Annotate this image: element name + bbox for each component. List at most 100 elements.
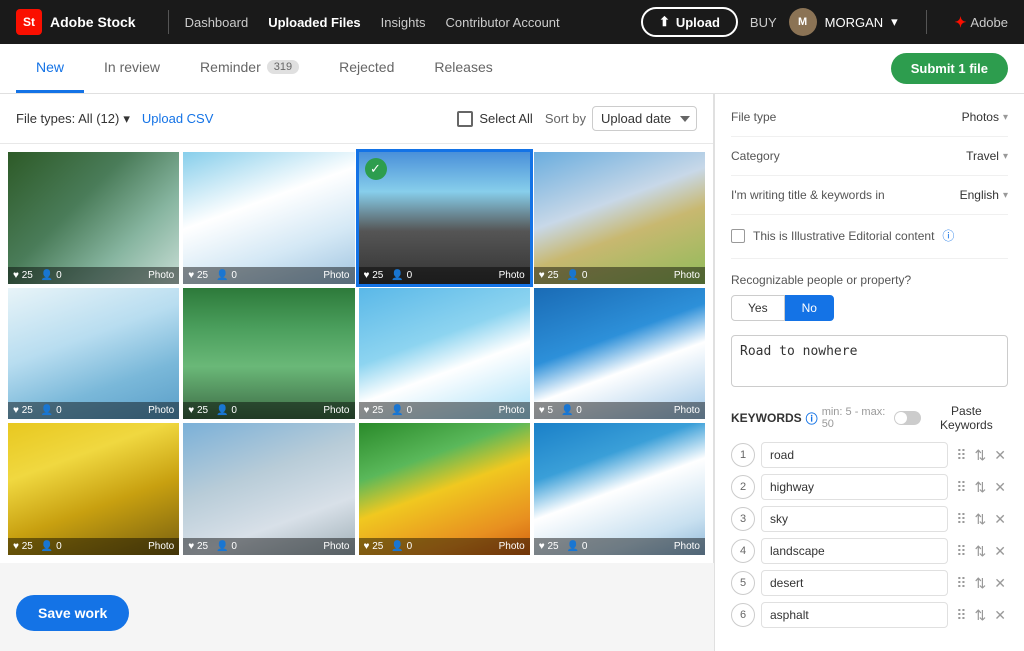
user-avatar: M — [789, 8, 817, 36]
logo[interactable]: St Adobe Stock — [16, 9, 136, 35]
image-cell[interactable]: ♥ 25 👤 0 Photo — [534, 423, 705, 555]
image-cell[interactable]: ♥ 25 👤 0 Photo — [359, 423, 530, 555]
image-cell[interactable]: ♥ 25 👤 0 Photo — [183, 423, 354, 555]
select-all-area: Select All — [457, 111, 532, 127]
writing-chevron-icon: ▾ — [1003, 190, 1008, 201]
nav-insights[interactable]: Insights — [381, 15, 426, 30]
paste-toggle-knob — [895, 412, 907, 424]
keyword-row-4: 4 ⠿ ⇅ ✕ — [731, 538, 1008, 564]
image-likes: ♥ 25 — [364, 541, 384, 552]
sort-by-label: Sort by — [545, 111, 586, 126]
image-people: 👤 0 — [41, 541, 62, 552]
category-value[interactable]: Travel ▾ — [966, 149, 1008, 163]
keyword-remove-icon[interactable]: ✕ — [992, 479, 1008, 496]
keyword-sort-icon[interactable]: ⇅ — [973, 607, 989, 624]
recognizable-row: Recognizable people or property? Yes No — [731, 273, 1008, 321]
keyword-remove-icon[interactable]: ✕ — [992, 511, 1008, 528]
upload-csv-button[interactable]: Upload CSV — [142, 111, 214, 126]
tab-rejected[interactable]: Rejected — [319, 44, 414, 93]
image-footer: ♥ 25 👤 0 Photo — [359, 267, 530, 284]
paste-toggle — [894, 411, 921, 425]
tab-in-review[interactable]: In review — [84, 44, 180, 93]
nav-divider — [168, 10, 169, 34]
image-type: Photo — [499, 270, 525, 281]
image-cell[interactable]: ♥ 25 👤 0 Photo — [183, 152, 354, 284]
image-type: Photo — [323, 270, 349, 281]
image-type: Photo — [499, 405, 525, 416]
keyword-sort-icon[interactable]: ⇅ — [973, 511, 989, 528]
image-cell[interactable]: ♥ 25 👤 0 Photo — [8, 288, 179, 420]
image-cell[interactable]: ♥ 25 👤 0 Photo — [534, 152, 705, 284]
nav-contributor-account[interactable]: Contributor Account — [445, 15, 559, 30]
image-people: 👤 0 — [567, 541, 588, 552]
keyword-drag-icon[interactable]: ⠿ — [954, 575, 968, 592]
keyword-drag-icon[interactable]: ⠿ — [954, 543, 968, 560]
tab-releases[interactable]: Releases — [414, 44, 512, 93]
submit-button[interactable]: Submit 1 file — [891, 53, 1008, 84]
select-all-checkbox[interactable] — [457, 111, 473, 127]
buy-link[interactable]: BUY — [750, 15, 777, 30]
file-type-row: File type Photos ▾ — [731, 110, 1008, 137]
image-grid: ♥ 25 👤 0 Photo ♥ 25 👤 0 Photo — [0, 144, 713, 563]
image-footer: ♥ 25 👤 0 Photo — [359, 538, 530, 555]
keyword-input-6[interactable] — [761, 602, 948, 628]
image-cell-selected[interactable]: ✓ ♥ 25 👤 0 Photo — [359, 152, 530, 284]
tab-reminder[interactable]: Reminder 319 — [180, 44, 319, 93]
file-type-value[interactable]: Photos ▾ — [962, 110, 1008, 124]
no-button[interactable]: No — [785, 295, 834, 321]
nav-uploaded-files[interactable]: Uploaded Files — [268, 15, 360, 30]
keyword-sort-icon[interactable]: ⇅ — [973, 543, 989, 560]
editorial-checkbox[interactable] — [731, 229, 745, 243]
image-likes: ♥ 25 — [13, 270, 33, 281]
keyword-row-3: 3 ⠿ ⇅ ✕ — [731, 506, 1008, 532]
keyword-actions: ⠿ ⇅ ✕ — [954, 607, 1008, 624]
image-people: 👤 0 — [561, 405, 582, 416]
keyword-sort-icon[interactable]: ⇅ — [973, 447, 989, 464]
top-navigation: St Adobe Stock Dashboard Uploaded Files … — [0, 0, 1024, 44]
nav-dashboard[interactable]: Dashboard — [185, 15, 249, 30]
keyword-input-2[interactable] — [761, 474, 948, 500]
yes-button[interactable]: Yes — [731, 295, 785, 321]
keyword-remove-icon[interactable]: ✕ — [992, 607, 1008, 624]
user-chevron-icon: ▾ — [891, 14, 898, 30]
image-cell[interactable]: ♥ 25 👤 0 Photo — [8, 152, 179, 284]
image-cell[interactable]: ♥ 5 👤 0 Photo — [534, 288, 705, 420]
upload-button[interactable]: ⬆ Upload — [641, 7, 738, 37]
writing-value[interactable]: English ▾ — [960, 188, 1008, 202]
paste-keywords-button[interactable]: Paste Keywords — [894, 404, 1008, 432]
image-footer: ♥ 25 👤 0 Photo — [359, 402, 530, 419]
keyword-drag-icon[interactable]: ⠿ — [954, 479, 968, 496]
keyword-drag-icon[interactable]: ⠿ — [954, 511, 968, 528]
info-icon[interactable]: ⓘ — [942, 227, 954, 244]
writing-language-row: I'm writing title & keywords in English … — [731, 188, 1008, 215]
upload-icon: ⬆ — [659, 14, 670, 30]
keyword-input-1[interactable] — [761, 442, 948, 468]
keyword-drag-icon[interactable]: ⠿ — [954, 447, 968, 464]
image-people: 👤 0 — [391, 270, 412, 281]
keyword-row-2: 2 ⠿ ⇅ ✕ — [731, 474, 1008, 500]
image-cell[interactable]: ♥ 25 👤 0 Photo — [8, 423, 179, 555]
keyword-input-4[interactable] — [761, 538, 948, 564]
keyword-input-3[interactable] — [761, 506, 948, 532]
recognizable-label: Recognizable people or property? — [731, 273, 1008, 287]
keyword-remove-icon[interactable]: ✕ — [992, 543, 1008, 560]
tab-new[interactable]: New — [16, 44, 84, 93]
image-type: Photo — [674, 270, 700, 281]
image-cell[interactable]: ♥ 25 👤 0 Photo — [183, 288, 354, 420]
keyword-drag-icon[interactable]: ⠿ — [954, 607, 968, 624]
keywords-info-icon[interactable]: ⓘ — [806, 410, 818, 427]
sort-select[interactable]: Upload date Title Status — [592, 106, 697, 131]
save-work-button[interactable]: Save work — [16, 595, 129, 631]
category-row: Category Travel ▾ — [731, 149, 1008, 176]
file-types-button[interactable]: File types: All (12) ▾ — [16, 111, 130, 127]
keyword-sort-icon[interactable]: ⇅ — [973, 479, 989, 496]
title-input[interactable]: Road to nowhere — [731, 335, 1008, 387]
select-all-label[interactable]: Select All — [479, 111, 532, 126]
keyword-remove-icon[interactable]: ✕ — [992, 447, 1008, 464]
user-area[interactable]: M MORGAN ▾ — [789, 8, 898, 36]
keyword-remove-icon[interactable]: ✕ — [992, 575, 1008, 592]
keyword-input-5[interactable] — [761, 570, 948, 596]
keyword-sort-icon[interactable]: ⇅ — [973, 575, 989, 592]
image-cell[interactable]: ♥ 25 👤 0 Photo — [359, 288, 530, 420]
file-types-chevron-icon: ▾ — [123, 111, 130, 127]
